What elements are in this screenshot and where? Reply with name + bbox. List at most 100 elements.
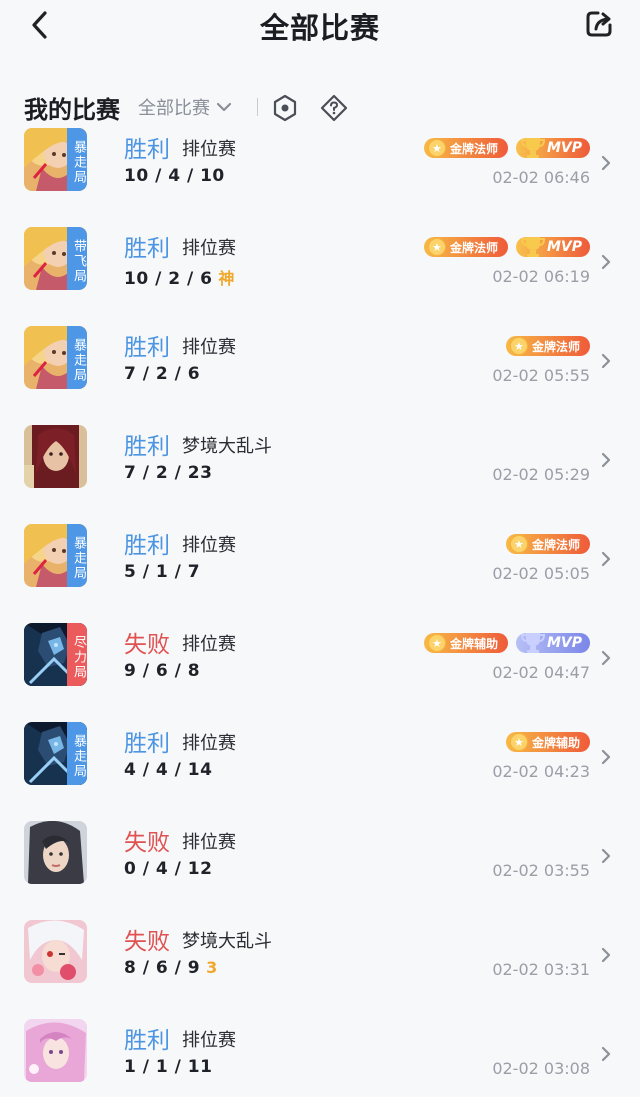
mvp-badge: MVP <box>516 633 590 653</box>
match-row[interactable]: 暴走局 胜利 排位赛 5 / 1 / 7 ★ 金牌法师 02-02 05:05 <box>0 524 640 623</box>
badges: ★ 金牌法师 MVP <box>423 138 590 158</box>
match-row[interactable]: 胜利 梦境大乱斗 7 / 2 / 23 02-02 05:29 <box>0 425 640 524</box>
match-result: 胜利 <box>124 236 170 262</box>
chevron-right-icon <box>601 452 611 468</box>
kda-value: 0 / 4 / 12 <box>124 859 213 879</box>
match-result: 胜利 <box>124 1028 170 1054</box>
medal-label: 金牌辅助 <box>449 636 498 651</box>
badges: ★ 金牌法师 <box>505 336 590 356</box>
performance-tag: 尽力局 <box>67 623 87 686</box>
game-mode: 排位赛 <box>182 139 236 160</box>
hero-avatar: 尽力局 <box>24 623 87 686</box>
game-mode: 梦境大乱斗 <box>182 931 272 952</box>
badges: ★ 金牌法师 MVP <box>423 237 590 257</box>
medal-label: 金牌法师 <box>449 240 498 255</box>
match-row[interactable]: 暴走局 胜利 排位赛 7 / 2 / 6 ★ 金牌法师 02-02 05:55 <box>0 326 640 425</box>
mvp-badge: MVP <box>516 237 590 257</box>
badges: ★ 金牌法师 <box>505 534 590 554</box>
match-time: 02-02 05:05 <box>492 564 590 583</box>
chevron-right-icon <box>601 551 611 567</box>
hero-avatar <box>24 920 87 983</box>
kda-score: 4 / 4 / 14 <box>124 760 212 780</box>
match-result: 胜利 <box>124 533 170 559</box>
kda-score: 8 / 6 / 9 3 <box>124 958 218 978</box>
performance-tag: 暴走局 <box>67 128 87 191</box>
match-time: 02-02 03:08 <box>492 1059 590 1078</box>
performance-tag: 暴走局 <box>67 524 87 587</box>
mvp-badge: MVP <box>516 138 590 158</box>
hero-avatar <box>24 821 87 884</box>
share-icon[interactable] <box>584 9 614 39</box>
medal-label: 金牌辅助 <box>531 735 580 750</box>
performance-tag: 暴走局 <box>67 326 87 389</box>
kda-value: 5 / 1 / 7 <box>124 562 201 582</box>
medal-badge: ★ 金牌法师 <box>423 237 508 257</box>
match-time: 02-02 03:31 <box>492 960 590 979</box>
performance-tag: 带飞局 <box>67 227 87 290</box>
match-time: 02-02 05:29 <box>492 465 590 484</box>
match-row[interactable]: 尽力局 失败 排位赛 9 / 6 / 8 ★ 金牌辅助 MVP 02-02 04:47 <box>0 623 640 722</box>
match-row[interactable]: 暴走局 胜利 排位赛 10 / 4 / 10 ★ 金牌法师 MVP 02-02 06:46 <box>0 128 640 227</box>
match-time: 02-02 06:19 <box>492 267 590 286</box>
game-mode: 排位赛 <box>182 832 236 853</box>
kda-extra-badge: 3 <box>206 958 218 977</box>
game-mode: 排位赛 <box>182 733 236 754</box>
performance-tag: 暴走局 <box>67 722 87 785</box>
chevron-right-icon <box>601 254 611 270</box>
match-result: 胜利 <box>124 731 170 757</box>
kda-score: 0 / 4 / 12 <box>124 859 212 879</box>
star-icon: ★ <box>509 337 528 355</box>
game-mode: 排位赛 <box>182 634 236 655</box>
badges: ★ 金牌辅助 MVP <box>423 633 590 653</box>
chevron-right-icon <box>601 749 611 765</box>
kda-score: 10 / 2 / 6 神 <box>124 265 235 289</box>
kda-score: 1 / 1 / 11 <box>124 1057 212 1077</box>
medal-badge: ★ 金牌辅助 <box>505 732 590 752</box>
match-result: 胜利 <box>124 434 170 460</box>
match-filter-dropdown[interactable]: 全部比赛 <box>138 94 232 120</box>
medal-badge: ★ 金牌法师 <box>423 138 508 158</box>
top-bar: 全部比赛 <box>0 0 640 56</box>
kda-value: 10 / 4 / 10 <box>124 166 225 186</box>
chevron-right-icon <box>601 848 611 864</box>
badges: ★ 金牌辅助 <box>505 732 590 752</box>
hexagon-settings-icon[interactable] <box>272 94 298 122</box>
match-row[interactable]: 暴走局 胜利 排位赛 4 / 4 / 14 ★ 金牌辅助 02-02 04:23 <box>0 722 640 821</box>
chevron-right-icon <box>601 353 611 369</box>
medal-badge: ★ 金牌法师 <box>505 336 590 356</box>
chevron-right-icon <box>601 1046 611 1062</box>
kda-value: 8 / 6 / 9 <box>124 958 201 978</box>
star-icon: ★ <box>427 139 446 157</box>
game-mode: 排位赛 <box>182 337 236 358</box>
kda-score: 9 / 6 / 8 <box>124 661 200 681</box>
chevron-down-icon <box>216 102 232 112</box>
game-mode: 排位赛 <box>182 238 236 259</box>
game-mode: 排位赛 <box>182 535 236 556</box>
match-row[interactable]: 胜利 排位赛 1 / 1 / 11 02-02 03:08 <box>0 1019 640 1097</box>
trophy-icon <box>520 138 546 158</box>
game-mode: 排位赛 <box>182 1030 236 1051</box>
match-row[interactable]: 失败 梦境大乱斗 8 / 6 / 9 3 02-02 03:31 <box>0 920 640 1019</box>
filter-bar: 我的比赛 全部比赛 <box>0 88 640 128</box>
kda-score: 5 / 1 / 7 <box>124 562 200 582</box>
trophy-icon <box>520 237 546 257</box>
medal-label: 金牌法师 <box>449 141 498 156</box>
match-row[interactable]: 带飞局 胜利 排位赛 10 / 2 / 6 神 ★ 金牌法师 MVP 02-02 06:19 <box>0 227 640 326</box>
hero-avatar: 暴走局 <box>24 722 87 785</box>
trophy-icon <box>520 633 546 653</box>
help-diamond-icon[interactable] <box>320 94 348 122</box>
star-icon: ★ <box>427 238 446 256</box>
kda-score: 7 / 2 / 23 <box>124 463 212 483</box>
page-title: 全部比赛 <box>259 11 380 45</box>
kda-extra-badge: 神 <box>218 269 235 288</box>
match-result: 失败 <box>124 830 170 856</box>
match-time: 02-02 04:47 <box>492 663 590 682</box>
hero-avatar: 带飞局 <box>24 227 87 290</box>
hero-avatar: 暴走局 <box>24 128 87 191</box>
star-icon: ★ <box>509 535 528 553</box>
divider <box>257 98 258 116</box>
kda-value: 10 / 2 / 6 <box>124 269 213 289</box>
medal-label: 金牌法师 <box>531 537 580 552</box>
kda-score: 7 / 2 / 6 <box>124 364 200 384</box>
match-row[interactable]: 失败 排位赛 0 / 4 / 12 02-02 03:55 <box>0 821 640 920</box>
